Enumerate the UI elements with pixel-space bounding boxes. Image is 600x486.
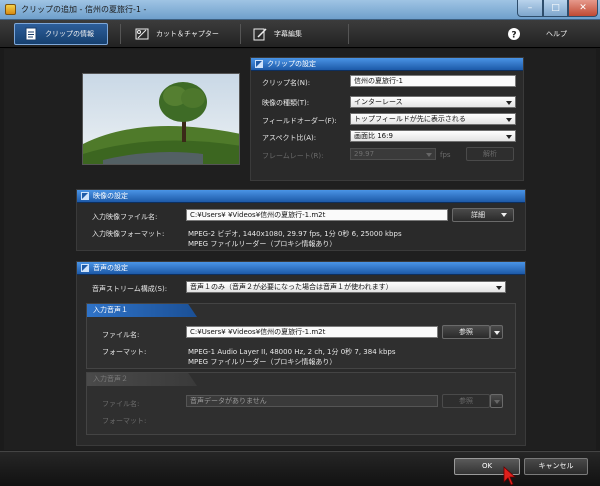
select-value: 29.97	[354, 150, 375, 158]
analyze-button: 解析	[466, 147, 514, 161]
field-order-label: フィールドオーダー(F):	[262, 117, 337, 125]
video-type-label: 映像の種類(T):	[262, 99, 310, 107]
document-icon	[23, 26, 39, 42]
audio2-file-label: ファイル名:	[102, 400, 140, 408]
audio2-file-field: 音声データがありません	[186, 395, 438, 407]
audio2-browse-button: 参照	[442, 394, 490, 408]
audio1-file-label: ファイル名:	[102, 331, 140, 339]
chevron-down-icon	[496, 286, 502, 290]
input-audio-2-header: 入力音声２	[87, 373, 197, 386]
clip-name-input[interactable]: 信州の夏旅行-1	[350, 75, 516, 87]
video-format-line1: MPEG-2 ビデオ, 1440x1080, 29.97 fps, 1分 0秒 …	[188, 230, 402, 238]
video-settings-header: 映像の設定	[77, 190, 525, 203]
subtitle-edit-icon	[252, 26, 268, 42]
tab-label: カット＆チャプター	[156, 30, 219, 38]
panel-title: 音声の設定	[93, 264, 128, 272]
input-video-file-field[interactable]: C:¥Users¥ ¥Videos¥信州の夏旅行-1.m2t	[186, 209, 448, 221]
audio1-format-line2: MPEG ファイルリーダー（プロキシ情報あり）	[188, 358, 337, 366]
audio-stream-label: 音声ストリーム構成(S):	[92, 285, 168, 293]
audio2-browse-dropdown	[490, 394, 503, 408]
input-video-format-label: 入力映像フォーマット:	[92, 230, 165, 238]
clip-name-label: クリップ名(N):	[262, 79, 311, 87]
select-value: トップフィールドが先に表示される	[354, 115, 466, 123]
aspect-ratio-select[interactable]: 画面比 16:9	[350, 130, 516, 142]
separator	[240, 24, 241, 44]
audio-stream-select[interactable]: 音声１のみ（音声２が必要になった場合は音声１が使われます）	[186, 281, 506, 293]
collapse-arrow-icon[interactable]	[81, 264, 89, 272]
video-thumbnail	[82, 73, 240, 165]
separator	[348, 24, 349, 44]
field-order-select[interactable]: トップフィールドが先に表示される	[350, 113, 516, 125]
panel-title: 映像の設定	[93, 192, 128, 200]
app-icon	[5, 4, 16, 15]
audio1-file-field[interactable]: C:¥Users¥ ¥Videos¥信州の夏旅行-1.m2t	[186, 326, 438, 338]
chevron-down-icon	[506, 101, 512, 105]
tab-help[interactable]: ? ヘルプ	[498, 23, 570, 45]
tab-label: ヘルプ	[546, 30, 567, 38]
window-title-bar: クリップの追加 - 信州の夏旅行-1 - – □ ✕	[0, 0, 600, 20]
video-type-select[interactable]: インターレース	[350, 96, 516, 108]
panel-title: クリップの設定	[267, 60, 316, 68]
chevron-down-icon	[506, 135, 512, 139]
minimize-button[interactable]: –	[517, 0, 543, 17]
video-format-line2: MPEG ファイルリーダー（プロキシ情報あり）	[188, 240, 337, 248]
aspect-ratio-label: アスペクト比(A):	[262, 134, 317, 142]
audio1-browse-button[interactable]: 参照	[442, 325, 490, 339]
select-value: インターレース	[354, 98, 403, 106]
audio1-browse-dropdown[interactable]	[490, 325, 503, 339]
select-value: 音声１のみ（音声２が必要になった場合は音声１が使われます）	[190, 283, 393, 291]
tab-subtitle-edit[interactable]: 字幕編集	[244, 23, 340, 45]
cut-chapter-icon	[134, 26, 150, 42]
tab-label: 字幕編集	[274, 30, 302, 38]
audio-settings-header: 音声の設定	[77, 262, 525, 275]
window-title: クリップの追加 - 信州の夏旅行-1 -	[21, 5, 147, 14]
audio2-format-label: フォーマット:	[102, 417, 147, 425]
chevron-down-icon	[426, 153, 432, 157]
select-value: 画面比 16:9	[354, 132, 393, 140]
separator	[120, 24, 121, 44]
svg-text:?: ?	[511, 31, 516, 41]
help-icon: ?	[506, 26, 522, 42]
audio1-format-label: フォーマット:	[102, 348, 147, 356]
mouse-cursor-icon	[503, 466, 517, 486]
clip-settings-header: クリップの設定	[251, 58, 523, 71]
collapse-arrow-icon[interactable]	[81, 192, 89, 200]
close-button[interactable]: ✕	[568, 0, 598, 17]
framerate-select: 29.97	[350, 148, 436, 160]
input-audio-1-header: 入力音声１	[87, 304, 197, 317]
collapse-arrow-icon[interactable]	[255, 60, 263, 68]
audio1-format-line1: MPEG-1 Audio Layer II, 48000 Hz, 2 ch, 1…	[188, 348, 396, 356]
details-button[interactable]: 詳細	[452, 208, 514, 222]
maximize-button[interactable]: □	[543, 0, 568, 17]
tab-label: クリップの情報	[45, 30, 94, 38]
chevron-down-icon	[501, 213, 507, 217]
toolbar: クリップの情報 カット＆チャプター 字幕編集 ? ヘルプ	[0, 20, 600, 48]
cancel-button[interactable]: キャンセル	[524, 458, 588, 475]
chevron-down-icon	[506, 118, 512, 122]
tab-cut-chapter[interactable]: カット＆チャプター	[126, 23, 230, 45]
button-label: 詳細	[471, 211, 485, 219]
input-video-file-label: 入力映像ファイル名:	[92, 213, 158, 221]
framerate-label: フレームレート(R):	[262, 152, 324, 160]
framerate-unit: fps	[440, 151, 451, 159]
tab-clip-info[interactable]: クリップの情報	[14, 23, 108, 45]
